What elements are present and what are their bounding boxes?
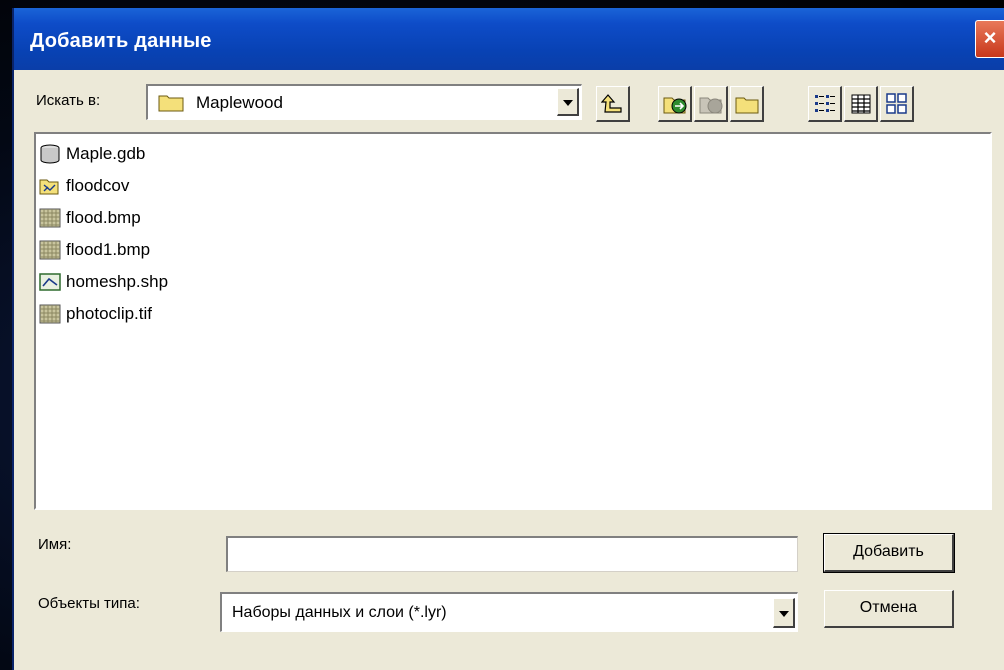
type-value: Наборы данных и слои (*.lyr) — [232, 604, 447, 621]
look-in-label: Искать в: — [36, 92, 101, 109]
file-name: floodcov — [66, 176, 130, 195]
chevron-down-icon — [563, 99, 573, 106]
close-icon: × — [983, 25, 997, 50]
file-list[interactable]: Maple.gdb floodcov flood.bmp flood1.bmp … — [34, 132, 992, 510]
geodatabase-icon — [40, 144, 60, 164]
title-bar[interactable]: Добавить данные × — [14, 8, 1004, 70]
file-name: Maple.gdb — [66, 144, 146, 163]
add-button[interactable]: Добавить — [823, 533, 955, 573]
close-button[interactable]: × — [975, 20, 1004, 58]
raster-icon — [39, 208, 61, 228]
file-name: flood1.bmp — [66, 240, 151, 259]
name-field[interactable] — [226, 536, 798, 572]
new-folder-icon — [735, 97, 759, 114]
new-folder-button[interactable] — [730, 86, 764, 122]
details-view-icon — [851, 94, 871, 114]
connect-to-folder-button[interactable] — [658, 86, 692, 122]
shapefile-icon — [39, 273, 61, 291]
chevron-down-icon — [779, 610, 789, 617]
raster-icon — [39, 240, 61, 260]
dialog-title: Добавить данные — [30, 30, 212, 52]
connect-folder-icon — [663, 97, 687, 114]
add-data-dialog: Добавить данные × Искать в: Maplewood Ma… — [12, 8, 1004, 670]
cancel-button[interactable]: Отмена — [824, 590, 954, 628]
look-in-dropdown-button[interactable] — [557, 88, 579, 116]
type-label: Объекты типа: — [38, 595, 140, 612]
disconnect-folder-button[interactable] — [694, 86, 728, 122]
folder-icon — [158, 92, 184, 117]
name-label: Имя: — [38, 536, 72, 553]
thumbnails-view-icon — [886, 93, 907, 114]
up-arrow-icon — [601, 94, 622, 113]
file-name: homeshp.shp — [66, 272, 169, 291]
file-name: photoclip.tif — [66, 304, 152, 323]
up-one-level-button[interactable] — [596, 86, 630, 122]
coverage-icon — [39, 179, 59, 195]
list-view-icon — [815, 95, 835, 112]
type-dropdown-button[interactable] — [773, 598, 795, 628]
disconnect-folder-icon — [699, 97, 723, 114]
list-view-button[interactable] — [808, 86, 842, 122]
details-view-button[interactable] — [844, 86, 878, 122]
look-in-combo[interactable]: Maplewood — [146, 84, 582, 120]
raster-icon — [39, 304, 61, 324]
thumbnails-view-button[interactable] — [880, 86, 914, 122]
look-in-value: Maplewood — [196, 93, 283, 112]
type-combo[interactable]: Наборы данных и слои (*.lyr) — [220, 592, 798, 632]
file-name: flood.bmp — [66, 208, 141, 227]
